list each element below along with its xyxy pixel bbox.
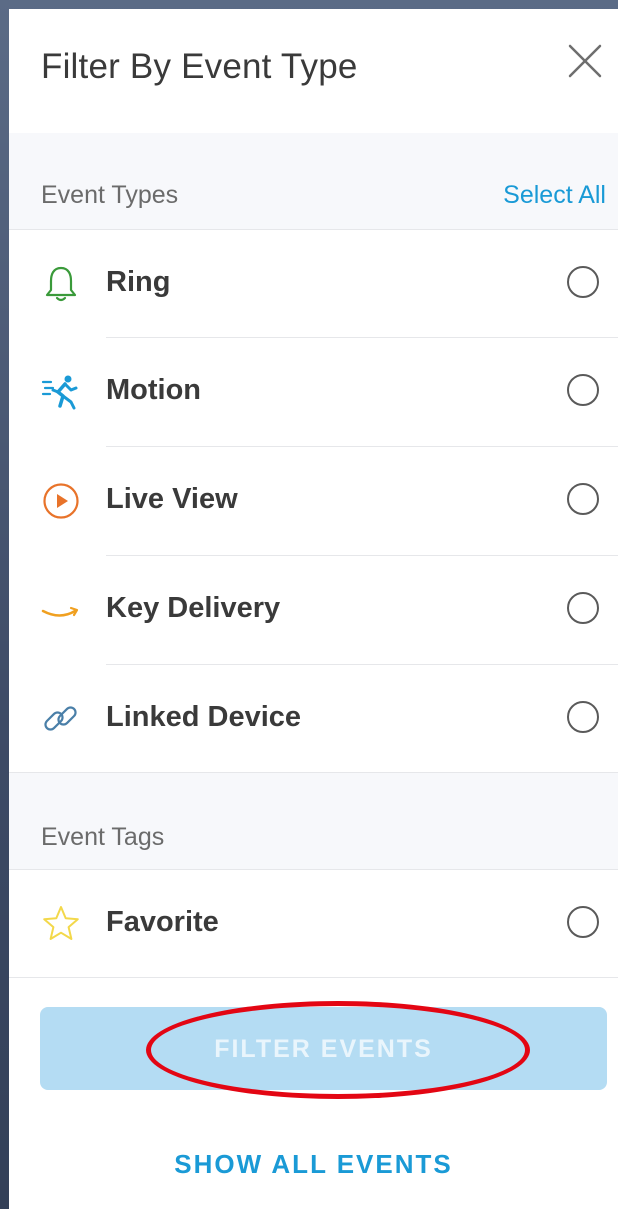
radio-button[interactable] bbox=[567, 906, 599, 938]
page-title: Filter By Event Type bbox=[41, 47, 358, 86]
radio-button[interactable] bbox=[567, 701, 599, 733]
event-type-row-ring[interactable]: Ring bbox=[9, 230, 618, 338]
radio-button[interactable] bbox=[567, 483, 599, 515]
amazon-smile-icon bbox=[41, 590, 81, 630]
show-all-events-button[interactable]: SHOW ALL EVENTS bbox=[9, 1149, 618, 1180]
divider bbox=[9, 977, 618, 978]
event-type-label: Linked Device bbox=[106, 701, 302, 733]
filter-events-button[interactable]: FILTER EVENTS bbox=[40, 1007, 607, 1090]
event-type-label: Ring bbox=[106, 266, 171, 298]
radio-button[interactable] bbox=[567, 374, 599, 406]
event-type-row-motion[interactable]: Motion bbox=[9, 338, 618, 446]
event-tags-header: Event Tags bbox=[9, 773, 618, 869]
event-type-row-key-delivery[interactable]: Key Delivery bbox=[9, 556, 618, 664]
event-tag-label: Favorite bbox=[106, 906, 219, 938]
event-tag-row-favorite[interactable]: Favorite bbox=[9, 870, 618, 978]
event-type-label: Motion bbox=[106, 374, 202, 406]
event-type-label: Key Delivery bbox=[106, 592, 281, 624]
close-icon bbox=[568, 44, 602, 78]
event-type-row-live-view[interactable]: Live View bbox=[9, 447, 618, 555]
section-label-event-types: Event Types bbox=[41, 181, 179, 209]
panel-header: Filter By Event Type bbox=[9, 9, 618, 133]
section-label-event-tags: Event Tags bbox=[41, 823, 165, 851]
bell-icon bbox=[41, 264, 81, 304]
filter-panel: Filter By Event Type Event Types Select … bbox=[9, 9, 618, 1209]
event-type-row-linked-device[interactable]: Linked Device bbox=[9, 665, 618, 773]
close-button[interactable] bbox=[566, 42, 604, 80]
radio-button[interactable] bbox=[567, 592, 599, 624]
link-icon bbox=[41, 699, 81, 739]
event-types-header: Event Types Select All bbox=[9, 133, 618, 229]
select-all-link[interactable]: Select All bbox=[503, 181, 606, 210]
event-type-label: Live View bbox=[106, 483, 238, 515]
star-icon bbox=[41, 904, 81, 944]
motion-runner-icon bbox=[41, 372, 81, 412]
radio-button[interactable] bbox=[567, 266, 599, 298]
filter-events-label: FILTER EVENTS bbox=[214, 1035, 433, 1063]
play-circle-icon bbox=[41, 481, 81, 521]
